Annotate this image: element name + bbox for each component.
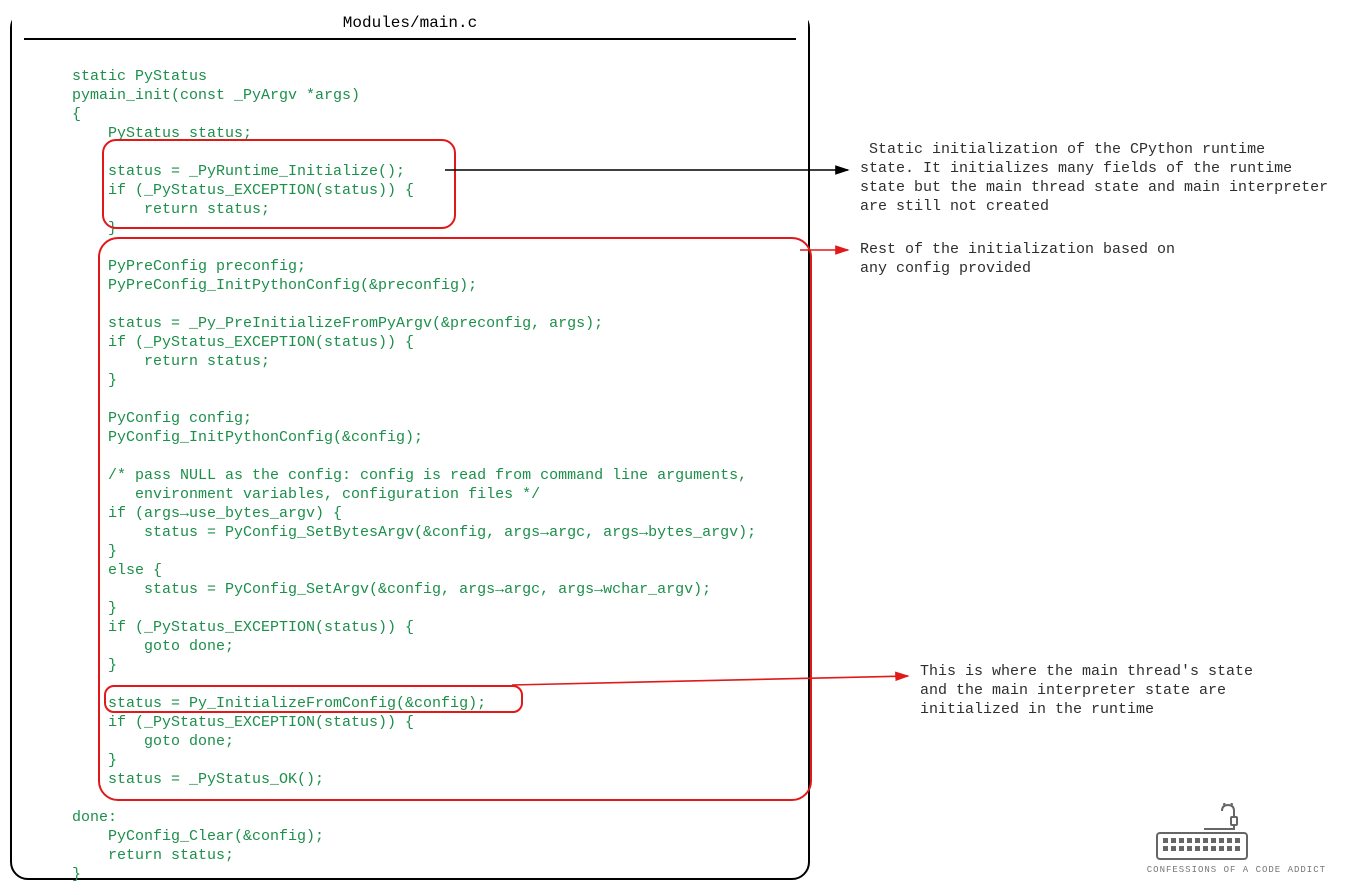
site-logo: CONFESSIONS OF A CODE ADDICT [1147,803,1326,875]
arrow-to-annotation-3 [0,0,1356,895]
annotation-runtime-init: Static initialization of the CPython run… [860,140,1340,216]
logo-caption: CONFESSIONS OF A CODE ADDICT [1147,865,1326,875]
annotation-main-thread-init: This is where the main thread's state an… [920,662,1253,719]
annotation-rest-init: Rest of the initialization based on any … [860,240,1175,278]
keyboard-icon [1147,803,1257,863]
